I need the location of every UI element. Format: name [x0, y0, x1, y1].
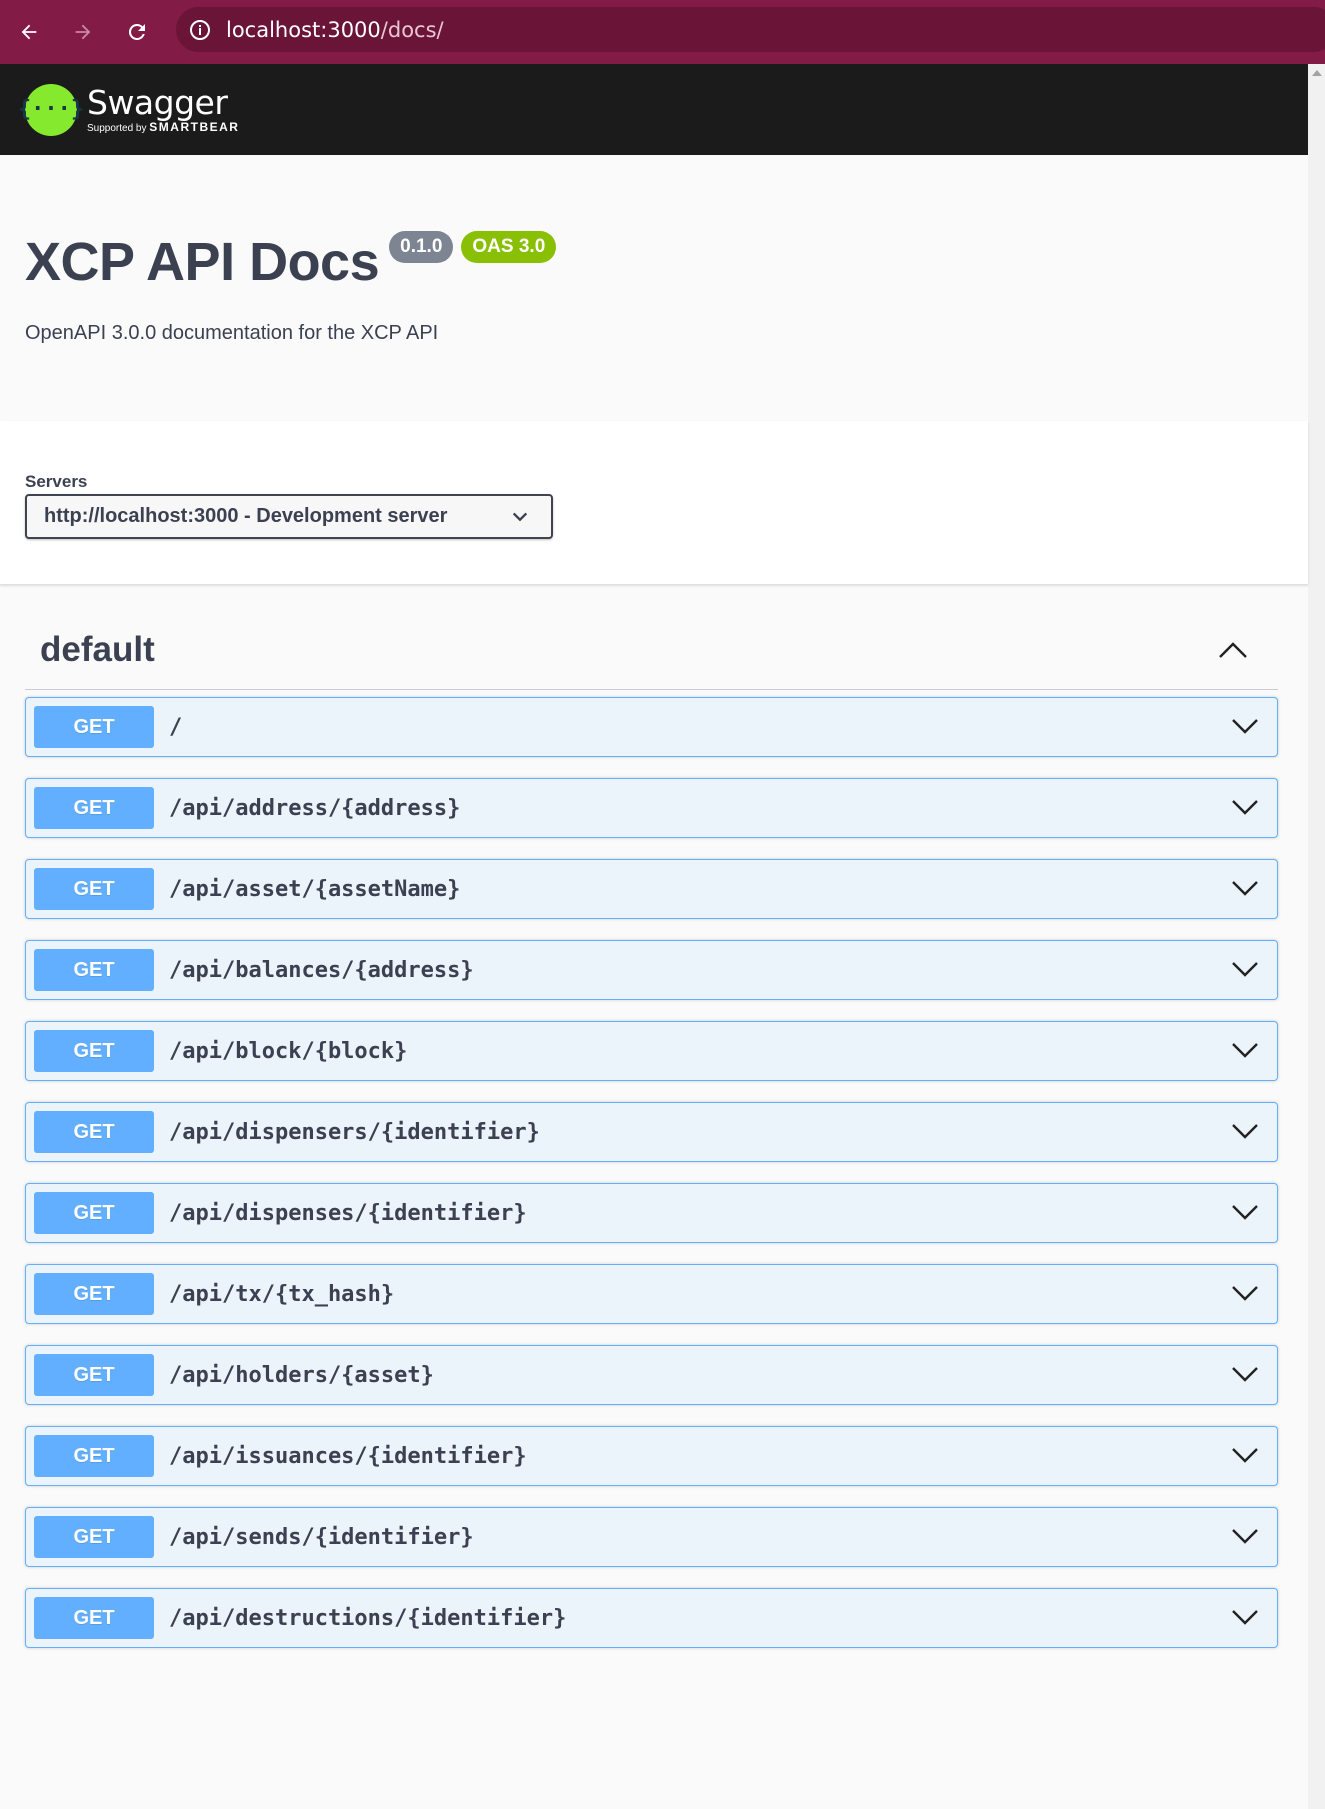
- operation-row[interactable]: GET /api/issuances/{identifier}: [25, 1426, 1278, 1486]
- servers-selected-value: http://localhost:3000 - Development serv…: [44, 505, 448, 527]
- operation-path: /api/issuances/{identifier}: [169, 1443, 527, 1469]
- url-path: /docs/: [380, 17, 444, 42]
- operation-path: /api/destructions/{identifier}: [169, 1605, 567, 1631]
- method-badge: GET: [34, 868, 154, 910]
- chevron-down-icon: [1232, 1205, 1258, 1220]
- page-title: XCP API Docs: [25, 232, 380, 292]
- site-info-icon[interactable]: [186, 16, 214, 44]
- tag-section-default: default GET / GET /api/address/{address}…: [25, 610, 1278, 1669]
- tag-header[interactable]: default: [25, 610, 1278, 690]
- servers-select[interactable]: http://localhost:3000 - Development serv…: [25, 494, 553, 539]
- operation-row[interactable]: GET /api/dispenses/{identifier}: [25, 1183, 1278, 1243]
- scroll-up-icon[interactable]: [1312, 70, 1322, 76]
- logo-brand: SMARTBEAR: [149, 119, 240, 134]
- chevron-down-icon: [1232, 1367, 1258, 1382]
- tag-name: default: [40, 629, 155, 669]
- swagger-logo[interactable]: {···} Swagger Supported by SMARTBEAR: [18, 82, 239, 136]
- reload-icon: [128, 23, 145, 40]
- operation-path: /api/tx/{tx_hash}: [169, 1281, 395, 1307]
- operation-path: /api/holders/{asset}: [169, 1362, 434, 1388]
- method-badge: GET: [34, 1435, 154, 1477]
- api-info: XCP API Docs 0.1.0 OAS 3.0 OpenAPI 3.0.0…: [0, 155, 1308, 421]
- operation-row[interactable]: GET /api/asset/{assetName}: [25, 859, 1278, 919]
- api-description: OpenAPI 3.0.0 documentation for the XCP …: [25, 322, 439, 344]
- chevron-down-icon: [1232, 1124, 1258, 1139]
- chevron-up-icon: [1219, 641, 1247, 658]
- operation-row[interactable]: GET /api/balances/{address}: [25, 940, 1278, 1000]
- browser-toolbar: localhost:3000/docs/: [0, 0, 1325, 64]
- chevron-down-icon: [1232, 1610, 1258, 1625]
- method-badge: GET: [34, 1030, 154, 1072]
- method-badge: GET: [34, 949, 154, 991]
- operation-row[interactable]: GET /api/holders/{asset}: [25, 1345, 1278, 1405]
- operation-path: /api/block/{block}: [169, 1038, 408, 1064]
- chevron-down-icon: [1232, 1286, 1258, 1301]
- operation-row[interactable]: GET /: [25, 697, 1278, 757]
- version-badge: 0.1.0: [389, 231, 454, 263]
- chevron-down-icon: [1232, 800, 1258, 815]
- operations-list: GET / GET /api/address/{address} GET /ap…: [25, 697, 1278, 1648]
- logo-subtitle: Supported by SMARTBEAR: [87, 120, 239, 134]
- swagger-topbar: {···} Swagger Supported by SMARTBEAR: [0, 64, 1308, 155]
- chevron-down-icon: [1232, 1043, 1258, 1058]
- reload-button[interactable]: [110, 0, 164, 64]
- method-badge: GET: [34, 706, 154, 748]
- operation-path: /api/sends/{identifier}: [169, 1524, 474, 1550]
- logo-text: Swagger Supported by SMARTBEAR: [87, 82, 239, 134]
- operation-row[interactable]: GET /api/block/{block}: [25, 1021, 1278, 1081]
- forward-button[interactable]: [56, 0, 110, 64]
- logo-name: Swagger: [87, 82, 228, 122]
- operation-path: /api/asset/{assetName}: [169, 876, 461, 902]
- method-badge: GET: [34, 1516, 154, 1558]
- arrow-left-icon: [21, 24, 37, 40]
- operation-path: /api/dispenses/{identifier}: [169, 1200, 527, 1226]
- arrow-right-icon: [75, 24, 91, 40]
- operation-row[interactable]: GET /api/dispensers/{identifier}: [25, 1102, 1278, 1162]
- chevron-down-icon: [1232, 1529, 1258, 1544]
- chevron-down-icon: [512, 512, 528, 522]
- operation-row[interactable]: GET /api/address/{address}: [25, 778, 1278, 838]
- operation-path: /api/balances/{address}: [169, 957, 474, 983]
- url-text: localhost:3000/docs/: [226, 18, 444, 42]
- operation-row[interactable]: GET /api/sends/{identifier}: [25, 1507, 1278, 1567]
- operation-path: /: [169, 714, 183, 740]
- method-badge: GET: [34, 1273, 154, 1315]
- method-badge: GET: [34, 1192, 154, 1234]
- page-scrollbar[interactable]: [1308, 64, 1325, 1809]
- servers-section: Servers http://localhost:3000 - Developm…: [0, 421, 1308, 585]
- title-row: XCP API Docs 0.1.0 OAS 3.0: [25, 231, 557, 293]
- method-badge: GET: [34, 1354, 154, 1396]
- method-badge: GET: [34, 1597, 154, 1639]
- operation-row[interactable]: GET /api/tx/{tx_hash}: [25, 1264, 1278, 1324]
- servers-label: Servers: [25, 472, 88, 491]
- url-host: localhost:3000: [226, 17, 381, 42]
- method-badge: GET: [34, 1111, 154, 1153]
- back-button[interactable]: [2, 0, 56, 64]
- logo-supported-by: Supported by: [87, 122, 147, 134]
- address-bar[interactable]: localhost:3000/docs/: [176, 7, 1325, 52]
- operation-path: /api/address/{address}: [169, 795, 461, 821]
- method-badge: GET: [34, 787, 154, 829]
- chevron-down-icon: [1232, 719, 1258, 734]
- chevron-down-icon: [1232, 1448, 1258, 1463]
- chevron-down-icon: [1232, 962, 1258, 977]
- operation-row[interactable]: GET /api/destructions/{identifier}: [25, 1588, 1278, 1648]
- swagger-logo-icon: {···}: [18, 83, 84, 136]
- operation-path: /api/dispensers/{identifier}: [169, 1119, 540, 1145]
- chevron-down-icon: [1232, 881, 1258, 896]
- oas-badge: OAS 3.0: [461, 231, 557, 263]
